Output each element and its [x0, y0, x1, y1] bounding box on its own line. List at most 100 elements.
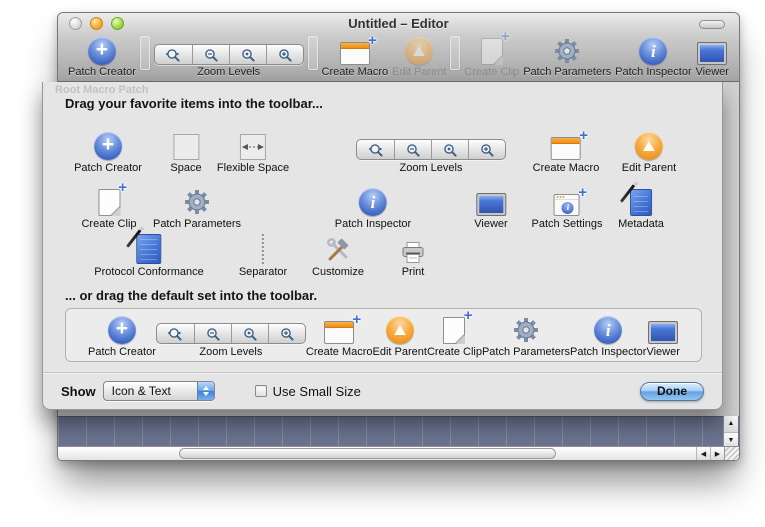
create-macro-icon: +	[324, 321, 354, 344]
item-label: Edit Parent	[373, 346, 427, 358]
item-edit-parent[interactable]: Edit Parent	[622, 122, 676, 174]
item-edit-parent[interactable]: Edit Parent	[373, 312, 427, 358]
item-patch-creator[interactable]: +Patch Creator	[88, 312, 156, 358]
patch-inspector-icon: i	[359, 188, 387, 216]
resize-grip[interactable]	[724, 447, 739, 460]
create-clip-icon: +	[481, 38, 503, 65]
item-label: Viewer	[646, 346, 679, 358]
patch-parameters-icon	[183, 188, 211, 216]
create-macro-icon: +	[340, 42, 370, 65]
patch-inspector-icon: i	[594, 316, 622, 344]
sheet-heading: Drag your favorite items into the toolba…	[65, 96, 323, 111]
zoom-out-segment[interactable]	[192, 45, 229, 64]
item-label: Patch Creator	[74, 162, 142, 174]
h-scroll-thumb[interactable]	[179, 448, 556, 459]
toolbar-pill-button[interactable]	[699, 20, 725, 29]
item-patch-settings[interactable]: i+Patch Settings	[532, 178, 603, 230]
edit-parent-icon	[405, 37, 433, 65]
item-patch-inspector[interactable]: iPatch Inspector	[335, 178, 411, 230]
item-patch-parameters[interactable]: Patch Parameters	[482, 312, 570, 358]
popup-stepper-icon	[197, 382, 214, 400]
item-separator[interactable]: Separator	[239, 226, 287, 278]
zoom-levels-icon	[154, 44, 304, 65]
zoom-in-segment[interactable]	[266, 45, 303, 64]
small-size-control: Use Small Size	[255, 384, 361, 399]
zoom-in-segment[interactable]	[268, 324, 305, 343]
titlebar[interactable]: Untitled – Editor	[58, 13, 739, 35]
item-metadata[interactable]: Metadata	[618, 178, 664, 230]
small-size-checkbox[interactable]	[255, 385, 267, 397]
create-macro-icon: +	[551, 137, 581, 160]
item-label: Edit Parent	[392, 66, 446, 78]
small-size-label: Use Small Size	[273, 384, 361, 399]
item-space[interactable]: Space	[170, 122, 201, 174]
item-label: Space	[170, 162, 201, 174]
item-patch-creator[interactable]: +Patch Creator	[74, 122, 142, 174]
item-create-clip[interactable]: +Create Clip	[427, 312, 482, 358]
zoom-in-segment[interactable]	[468, 140, 505, 159]
item-protocol-conformance[interactable]: Protocol Conformance	[94, 226, 203, 278]
item-label: Metadata	[618, 218, 664, 230]
scroll-right-button[interactable]: ▶	[710, 447, 724, 460]
item-viewer[interactable]: Viewer	[646, 312, 679, 358]
protocol-conformance-icon	[136, 234, 161, 264]
window-title: Untitled – Editor	[58, 16, 739, 31]
default-set-box: +Patch Creator Zoom Levels + Create MacroEd…	[65, 308, 702, 362]
toolbar-item-create-clip[interactable]: +Create Clip	[464, 38, 519, 78]
zoom-fit-segment[interactable]	[155, 45, 192, 64]
item-print[interactable]: Print	[400, 226, 426, 278]
zoom-actual-segment[interactable]	[431, 140, 468, 159]
vertical-scrollbar[interactable]: ▲ ▼	[723, 416, 738, 448]
toolbar-item-viewer[interactable]: Viewer	[696, 42, 729, 78]
item-label: Patch Creator	[88, 346, 156, 358]
item-create-clip[interactable]: +Create Clip	[81, 178, 136, 230]
item-create-macro[interactable]: + Create Macro	[533, 122, 600, 174]
item-label: Create Clip	[464, 66, 519, 78]
zoom-fit-segment[interactable]	[157, 324, 194, 343]
horizontal-scrollbar[interactable]: ◀ ▶	[58, 446, 739, 460]
zoom-actual-segment[interactable]	[231, 324, 268, 343]
toolbar-item-create-macro[interactable]: +Create Macro	[322, 42, 389, 78]
item-patch-inspector[interactable]: iPatch Inspector	[570, 312, 646, 358]
toolbar-item-patch-parameters[interactable]: Patch Parameters	[523, 37, 611, 78]
edit-parent-icon	[386, 316, 414, 344]
done-button[interactable]: Done	[640, 382, 704, 401]
popup-value: Icon & Text	[112, 384, 171, 398]
item-label: Separator	[239, 266, 287, 278]
toolbar-item-edit-parent[interactable]: Edit Parent	[392, 37, 446, 78]
item-label: Create Clip	[427, 346, 482, 358]
toolbar-item-zoom-levels[interactable]: Zoom Levels	[154, 44, 304, 78]
zoom-actual-segment[interactable]	[229, 45, 266, 64]
scroll-up-button[interactable]: ▲	[724, 416, 738, 432]
item-label: Patch Settings	[532, 218, 603, 230]
item-zoom-levels[interactable]: Zoom Levels	[356, 122, 506, 174]
item-viewer[interactable]: Viewer	[474, 178, 507, 230]
sheet-footer: Show Icon & Text Use Small Size Done	[43, 373, 722, 409]
scroll-left-button[interactable]: ◀	[696, 447, 710, 460]
item-label: Patch Parameters	[523, 66, 611, 78]
item-create-macro[interactable]: + Create Macro	[306, 312, 373, 358]
item-label: Patch Inspector	[615, 66, 691, 78]
item-label: Create Macro	[306, 346, 373, 358]
customize-icon	[325, 238, 351, 264]
item-customize[interactable]: Customize	[312, 226, 364, 278]
up-arrow-icon	[203, 386, 209, 390]
item-label: Create Macro	[533, 162, 600, 174]
zoom-fit-segment[interactable]	[357, 140, 394, 159]
show-popup[interactable]: Icon & Text	[103, 381, 215, 401]
item-flexible-space[interactable]: Flexible Space	[217, 122, 289, 174]
item-label: Zoom Levels	[197, 66, 260, 78]
zoom-out-segment[interactable]	[194, 324, 231, 343]
create-clip-icon: +	[98, 189, 120, 216]
zoom-out-segment[interactable]	[394, 140, 431, 159]
item-label: Viewer	[696, 66, 729, 78]
item-label: Zoom Levels	[400, 162, 463, 174]
toolbar-item-patch-creator[interactable]: +Patch Creator	[68, 37, 136, 78]
item-zoom-levels[interactable]: Zoom Levels	[156, 312, 306, 358]
item-patch-parameters[interactable]: Patch Parameters	[153, 178, 241, 230]
item-label: Zoom Levels	[199, 346, 262, 358]
toolbar: +Patch Creator Zoom Levels +Create MacroEd…	[58, 35, 739, 82]
toolbar-space-placeholder	[140, 36, 150, 70]
zoom-levels-icon	[356, 139, 506, 160]
toolbar-item-patch-inspector[interactable]: iPatch Inspector	[615, 37, 691, 78]
